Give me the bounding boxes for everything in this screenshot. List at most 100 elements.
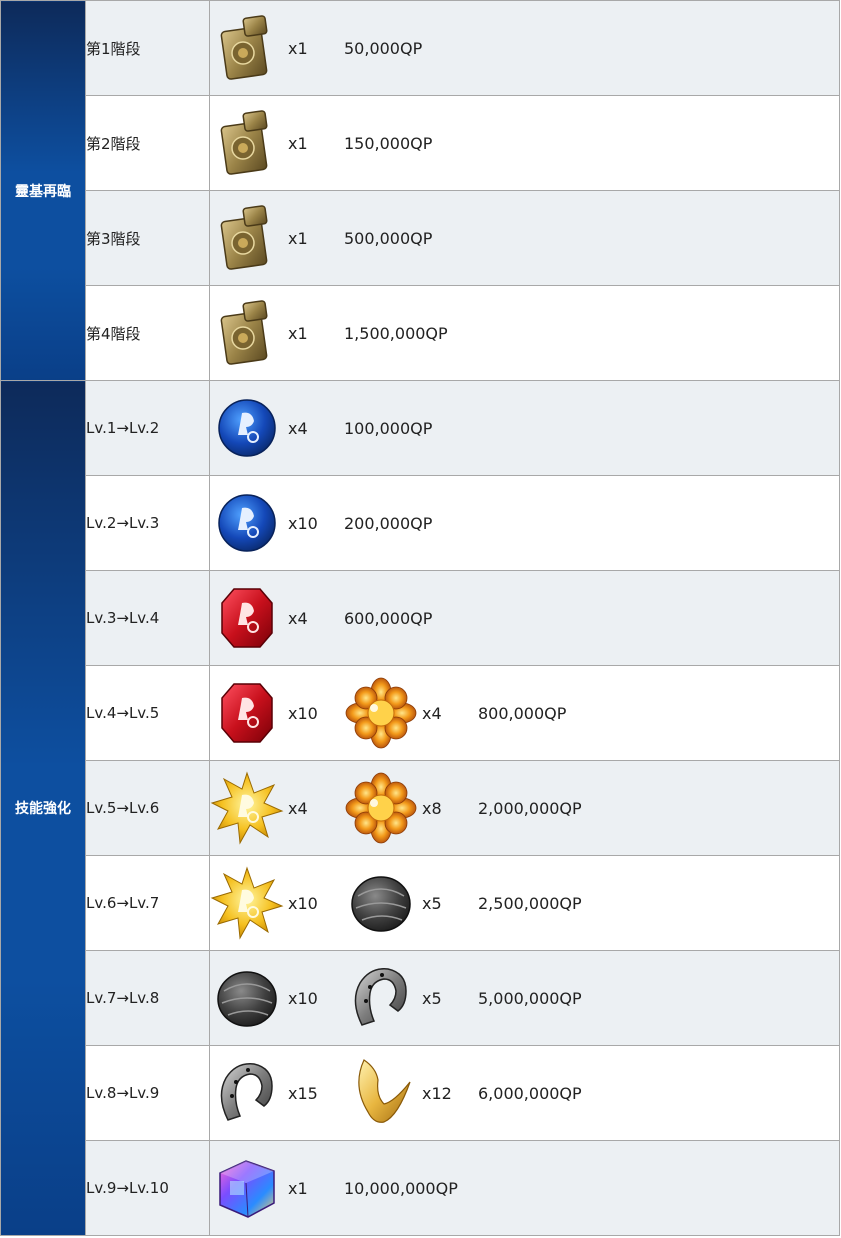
material-row: 第2階段 x1 150,000QP (1, 95, 840, 191)
material-quantity: x5 (422, 893, 442, 913)
horseshoe-icon (344, 961, 418, 1035)
red-gem-icon (210, 676, 284, 750)
cost-cell: x4 600,000QP (209, 570, 840, 666)
lighter-icon (210, 11, 284, 85)
material-row: Lv.7→Lv.8 x10 x5 5,000,000QP (1, 950, 840, 1046)
material-row: 第3階段 x1 500,000QP (1, 190, 840, 286)
cost-line: x1 1,500,000QP (210, 286, 839, 380)
stage-label: Lv.7→Lv.8 (85, 950, 210, 1046)
crystal-cube-icon (210, 1151, 284, 1225)
material-quantity: x8 (422, 798, 442, 818)
stage-label: Lv.2→Lv.3 (85, 475, 210, 571)
golden-claw-icon (344, 1056, 418, 1130)
gold-star-gem-icon (210, 771, 284, 845)
cost-cell: x1 50,000QP (209, 0, 840, 96)
qp-cost: 6,000,000QP (478, 1083, 582, 1103)
orange-flower-icon (344, 676, 418, 750)
orange-flower-icon (344, 771, 418, 845)
material-table: 靈基再臨 第1階段 x1 50,000QP 第2階段 x1 150,000QP 第3階段 … (0, 0, 840, 1236)
cost-line: x15 x12 6,000,000QP (210, 1046, 839, 1140)
material-table-body: 靈基再臨 第1階段 x1 50,000QP 第2階段 x1 150,000QP 第3階段 … (0, 0, 840, 1236)
cost-line: x4 x8 2,000,000QP (210, 761, 839, 855)
red-gem-icon (210, 581, 284, 655)
qp-cost: 200,000QP (344, 513, 433, 533)
material-quantity: x4 (288, 798, 308, 818)
cost-line: x4 600,000QP (210, 571, 839, 665)
material-row: 第4階段 x1 1,500,000QP (1, 285, 840, 381)
material-quantity: x12 (422, 1083, 452, 1103)
blue-gem-icon (210, 486, 284, 560)
cost-line: x1 500,000QP (210, 191, 839, 285)
cost-line: x1 50,000QP (210, 1, 839, 95)
material-quantity: x10 (288, 703, 318, 723)
stage-label: 第4階段 (85, 285, 210, 381)
gold-star-gem-icon (210, 866, 284, 940)
cost-cell: x10 200,000QP (209, 475, 840, 571)
stage-label: 第2階段 (85, 95, 210, 191)
cost-line: x10 x5 5,000,000QP (210, 951, 839, 1045)
lighter-icon (210, 296, 284, 370)
group-header-skill: 技能強化 (0, 380, 86, 1236)
cost-cell: x10 x4 800,000QP (209, 665, 840, 761)
material-quantity: x10 (288, 513, 318, 533)
material-row: Lv.6→Lv.7 x10 x5 2,500,000QP (1, 855, 840, 951)
material-row: Lv.2→Lv.3 x10 200,000QP (1, 475, 840, 571)
qp-cost: 100,000QP (344, 418, 433, 438)
horseshoe-icon (210, 1056, 284, 1130)
stage-label: Lv.8→Lv.9 (85, 1045, 210, 1141)
qp-cost: 2,500,000QP (478, 893, 582, 913)
material-row: Lv.8→Lv.9 x15 x12 6,000,000QP (1, 1045, 840, 1141)
material-row: Lv.3→Lv.4 x4 600,000QP (1, 570, 840, 666)
material-quantity: x1 (288, 228, 308, 248)
cost-cell: x10 x5 2,500,000QP (209, 855, 840, 951)
stage-label: Lv.6→Lv.7 (85, 855, 210, 951)
material-quantity: x4 (422, 703, 442, 723)
stage-label: 第3階段 (85, 190, 210, 286)
qp-cost: 50,000QP (344, 38, 423, 58)
cost-line: x10 x4 800,000QP (210, 666, 839, 760)
material-row: Lv.5→Lv.6 x4 x8 2,000,000QP (1, 760, 840, 856)
cost-line: x1 150,000QP (210, 96, 839, 190)
cost-cell: x1 500,000QP (209, 190, 840, 286)
qp-cost: 2,000,000QP (478, 798, 582, 818)
qp-cost: 800,000QP (478, 703, 567, 723)
cost-cell: x4 100,000QP (209, 380, 840, 476)
material-row: Lv.4→Lv.5 x10 x4 800,000QP (1, 665, 840, 761)
material-quantity: x4 (288, 418, 308, 438)
material-quantity: x1 (288, 38, 308, 58)
stage-label: Lv.5→Lv.6 (85, 760, 210, 856)
material-quantity: x1 (288, 1178, 308, 1198)
blue-gem-icon (210, 391, 284, 465)
dark-seed-icon (344, 866, 418, 940)
stage-label: Lv.1→Lv.2 (85, 380, 210, 476)
material-quantity: x5 (422, 988, 442, 1008)
lighter-icon (210, 106, 284, 180)
stage-label: 第1階段 (85, 0, 210, 96)
cost-cell: x1 10,000,000QP (209, 1140, 840, 1236)
material-quantity: x1 (288, 133, 308, 153)
qp-cost: 10,000,000QP (344, 1178, 458, 1198)
cost-line: x1 10,000,000QP (210, 1141, 839, 1235)
material-row: 靈基再臨 第1階段 x1 50,000QP (0, 0, 840, 381)
cost-cell: x1 150,000QP (209, 95, 840, 191)
stage-label: Lv.4→Lv.5 (85, 665, 210, 761)
stage-label: Lv.3→Lv.4 (85, 570, 210, 666)
qp-cost: 150,000QP (344, 133, 433, 153)
qp-cost: 1,500,000QP (344, 323, 448, 343)
cost-line: x10 x5 2,500,000QP (210, 856, 839, 950)
cost-cell: x10 x5 5,000,000QP (209, 950, 840, 1046)
cost-line: x4 100,000QP (210, 381, 839, 475)
material-quantity: x4 (288, 608, 308, 628)
material-quantity: x10 (288, 893, 318, 913)
lighter-icon (210, 201, 284, 275)
material-row: Lv.9→Lv.10 x1 10,000,000QP (1, 1140, 840, 1236)
material-quantity: x1 (288, 323, 308, 343)
stage-label: Lv.9→Lv.10 (85, 1140, 210, 1236)
cost-cell: x15 x12 6,000,000QP (209, 1045, 840, 1141)
material-quantity: x10 (288, 988, 318, 1008)
qp-cost: 600,000QP (344, 608, 433, 628)
qp-cost: 5,000,000QP (478, 988, 582, 1008)
dark-seed-icon (210, 961, 284, 1035)
cost-cell: x1 1,500,000QP (209, 285, 840, 381)
qp-cost: 500,000QP (344, 228, 433, 248)
